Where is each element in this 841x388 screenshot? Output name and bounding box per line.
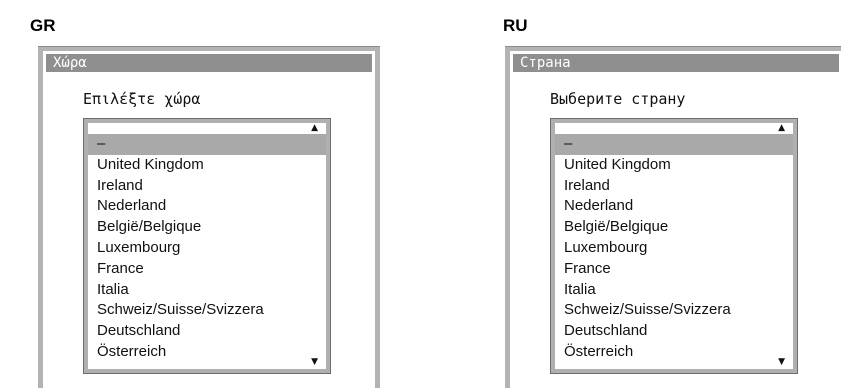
list-item[interactable]: – <box>555 134 793 155</box>
country-menu-gr: Χώρα Επιλέξτε χώρα ▲ – United Kingdom Ir… <box>38 46 380 388</box>
list-item[interactable]: Österreich <box>88 342 326 363</box>
list-item[interactable]: Luxembourg <box>88 238 326 259</box>
list-item[interactable]: Ireland <box>88 176 326 197</box>
list-item[interactable]: Nederland <box>555 196 793 217</box>
scroll-down-icon[interactable]: ▼ <box>778 358 785 367</box>
scroll-up-icon[interactable]: ▲ <box>311 124 318 133</box>
list-item[interactable]: Österreich <box>555 342 793 363</box>
list-item[interactable]: Luxembourg <box>555 238 793 259</box>
scroll-down-icon[interactable]: ▼ <box>311 358 318 367</box>
country-listbox[interactable]: ▲ – United Kingdom Ireland Nederland Bel… <box>550 118 798 374</box>
panel-code-ru: RU <box>503 16 528 35</box>
menu-title-bar: Страна <box>513 54 839 72</box>
list-item[interactable]: Deutschland <box>555 321 793 342</box>
list-item[interactable]: United Kingdom <box>88 155 326 176</box>
list-item[interactable]: Schweiz/Suisse/Svizzera <box>88 300 326 321</box>
list-item[interactable]: Italia <box>88 280 326 301</box>
menu-prompt: Выберите страну <box>550 90 686 108</box>
country-menu-ru: Страна Выберите страну ▲ – United Kingdo… <box>505 46 841 388</box>
list-item[interactable]: België/Belgique <box>555 217 793 238</box>
list-item[interactable]: Nederland <box>88 196 326 217</box>
list-item[interactable]: België/Belgique <box>88 217 326 238</box>
menu-prompt: Επιλέξτε χώρα <box>83 90 201 108</box>
list-item[interactable]: France <box>88 259 326 280</box>
country-listbox[interactable]: ▲ – United Kingdom Ireland Nederland Bel… <box>83 118 331 374</box>
list-item[interactable]: France <box>555 259 793 280</box>
list-item[interactable]: Deutschland <box>88 321 326 342</box>
panel-code-gr: GR <box>30 16 56 35</box>
scroll-up-icon[interactable]: ▲ <box>778 124 785 133</box>
list-item[interactable]: United Kingdom <box>555 155 793 176</box>
list-item[interactable]: Italia <box>555 280 793 301</box>
menu-title-bar: Χώρα <box>46 54 372 72</box>
list-item[interactable]: Schweiz/Suisse/Svizzera <box>555 300 793 321</box>
list-item[interactable]: Ireland <box>555 176 793 197</box>
list-item[interactable]: – <box>88 134 326 155</box>
